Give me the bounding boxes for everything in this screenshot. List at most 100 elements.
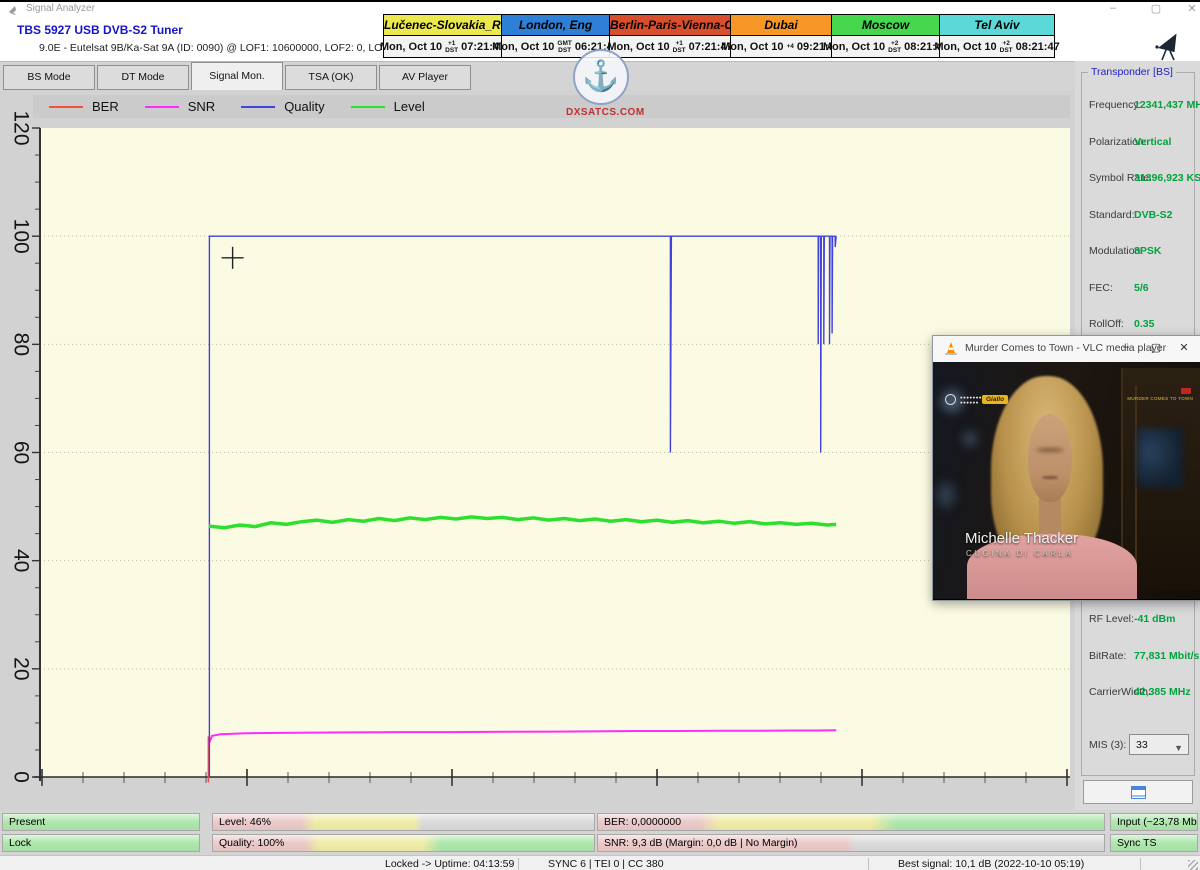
lock-indicator: Lock <box>2 834 200 852</box>
transponder-field: RollOff: 0.35 <box>1082 318 1194 332</box>
field-value: 42,385 MHz <box>1134 686 1191 698</box>
clock-city-label: Lučenec-Slovakia_R.Dávid <box>384 15 501 36</box>
tab-signal-mon-[interactable]: Signal Mon. <box>191 62 283 90</box>
clock-time: Mon, Oct 10+1DST07:21:47 <box>610 36 730 57</box>
person-caption: CUGINA DI CARLA <box>966 549 1073 558</box>
maximize-button[interactable]: ▢ <box>1146 2 1166 15</box>
clock-cell: DubaiMon, Oct 10+409:21:47 <box>731 15 832 57</box>
vlc-cone-icon <box>944 341 958 361</box>
transponder-field: RF Level:-41 dBm <box>1082 613 1194 627</box>
ber-bar: BER: 0,0000000 <box>597 813 1105 831</box>
vlc-maximize-button[interactable]: ▢ <box>1147 341 1165 354</box>
sync-ts-indicator: Sync TS <box>1110 834 1198 852</box>
vlc-close-button[interactable]: ✕ <box>1175 341 1193 354</box>
clock-cell: Tel AvivMon, Oct 10+2DST08:21:47 <box>940 15 1054 57</box>
channel-logo: ●●●●●●●●●●●●●● <box>945 394 985 405</box>
tab-dt-mode[interactable]: DT Mode <box>97 65 189 90</box>
field-value: 12341,437 MHz <box>1134 99 1200 111</box>
field-value: 31396,923 KS/s <box>1134 172 1200 184</box>
minimize-button[interactable]: – <box>1103 2 1123 14</box>
mis-value: 33 <box>1136 739 1148 751</box>
clock-city-label: Berlin-Paris-Vienna-Cairo <box>610 15 730 36</box>
svg-text:60: 60 <box>9 441 32 464</box>
transponder-field: Standard:DVB-S2 <box>1082 209 1194 223</box>
quality-bar: Quality: 100% <box>212 834 595 852</box>
level-bar: Level: 46% <box>212 813 595 831</box>
field-value: Vertical <box>1134 136 1171 148</box>
panel-window-button[interactable] <box>1083 780 1193 804</box>
vlc-video-area[interactable]: ●●●●●●●●●●●●●● Giallo MURDER COMES TO TO… <box>933 362 1200 599</box>
clock-cell: London, EngMon, Oct 10GMTDST06:21:47 <box>502 15 610 57</box>
svg-text:80: 80 <box>9 333 32 356</box>
mis-label: MIS (3): <box>1089 739 1126 751</box>
field-label: FEC: <box>1089 282 1113 294</box>
field-value: DVB-S2 <box>1134 209 1173 221</box>
resize-grip[interactable] <box>1188 860 1198 870</box>
svg-text:100: 100 <box>9 219 32 254</box>
clock-cell: Berlin-Paris-Vienna-CairoMon, Oct 10+1DS… <box>610 15 731 57</box>
clock-city-label: London, Eng <box>502 15 609 36</box>
tab-bs-mode[interactable]: BS Mode <box>3 65 95 90</box>
transponder-field: FEC: 5/6 <box>1082 282 1194 296</box>
svg-text:40: 40 <box>9 549 32 572</box>
chevron-down-icon: ▼ <box>1174 738 1183 758</box>
clock-city-label: Tel Aviv <box>940 15 1054 36</box>
field-label: BitRate: <box>1089 650 1126 662</box>
show-title-text: MURDER COMES TO TOWN <box>1127 396 1193 401</box>
clock-cell: Lučenec-Slovakia_R.DávidMon, Oct 10+1DST… <box>384 15 502 57</box>
tab-tsa-ok-[interactable]: TSA (OK) <box>285 65 377 90</box>
vlc-window: Murder Comes to Town - VLC media player … <box>932 335 1200 601</box>
tab-av-player[interactable]: AV Player <box>379 65 471 90</box>
clock-time: Mon, Oct 10+2DST08:21:47 <box>832 36 939 57</box>
snr-bar: SNR: 9,3 dB (Margin: 0,0 dB | No Margin) <box>597 834 1105 852</box>
close-button[interactable]: ✕ <box>1182 2 1200 15</box>
status-bar: Locked -> Uptime: 04:13:59 SYNC 6 | TEI … <box>0 855 1200 870</box>
giallo-badge: Giallo <box>982 395 1008 404</box>
input-indicator: Input (~23,78 Mbps) <box>1110 813 1198 831</box>
field-value: 77,831 Mbit/s <box>1134 650 1199 662</box>
clock-time: Mon, Oct 10GMTDST06:21:47 <box>502 36 609 57</box>
transponder-title: Transponder [BS] <box>1088 66 1176 78</box>
field-label: Standard: <box>1089 209 1135 221</box>
person-name: Michelle Thacker <box>965 530 1078 547</box>
svg-text:120: 120 <box>9 110 32 145</box>
transponder-field: BitRate:77,831 Mbit/s <box>1082 650 1194 664</box>
tuner-subtitle: 9.0E - Eutelsat 9B/Ka-Sat 9A (ID: 0090) … <box>39 42 417 54</box>
transponder-field: Modulation:8PSK <box>1082 245 1194 259</box>
sync-status: SYNC 6 | TEI 0 | CC 380 <box>548 858 664 870</box>
window-icon <box>1131 786 1146 799</box>
window-title: Signal Analyzer <box>26 3 95 14</box>
uptime-status: Locked -> Uptime: 04:13:59 <box>385 858 514 870</box>
present-indicator: Present <box>2 813 200 831</box>
clock-time: Mon, Oct 10+409:21:47 <box>731 36 831 57</box>
signal-chart-region: BERSNRQualityLevel 020406080100120 <box>0 90 1075 810</box>
vlc-minimize-button[interactable]: – <box>1117 341 1135 353</box>
field-value: 8PSK <box>1134 245 1161 257</box>
mis-dropdown[interactable]: 33 ▼ <box>1129 734 1189 755</box>
field-label: RollOff: <box>1089 318 1124 330</box>
field-label: RF Level: <box>1089 613 1134 625</box>
vlc-title-bar[interactable]: Murder Comes to Town - VLC media player … <box>933 336 1200 363</box>
world-clock: Lučenec-Slovakia_R.DávidMon, Oct 10+1DST… <box>383 14 1055 58</box>
svg-text:0: 0 <box>9 771 32 783</box>
transponder-field: Symbol Rate:31396,923 KS/s <box>1082 172 1194 186</box>
clock-city-label: Dubai <box>731 15 831 36</box>
tuner-title: TBS 5927 USB DVB-S2 Tuner <box>17 23 183 37</box>
signal-analyzer-window: Signal Analyzer – ▢ ✕ TBS 5927 USB DVB-S… <box>0 0 1200 870</box>
field-value: 5/6 <box>1134 282 1149 294</box>
tab-bar: BS ModeDT ModeSignal Mon.TSA (OK)AV Play… <box>0 61 1078 90</box>
clock-time: Mon, Oct 10+1DST07:21:47 <box>384 36 501 57</box>
vlc-window-title: Murder Comes to Town - VLC media player <box>965 342 1166 354</box>
svg-text:20: 20 <box>9 657 32 680</box>
show-logo-icon <box>1181 388 1191 394</box>
clock-cell: MoscowMon, Oct 10+2DST08:21:47 <box>832 15 940 57</box>
header: TBS 5927 USB DVB-S2 Tuner 9.0E - Eutelsa… <box>0 15 1200 62</box>
clock-city-label: Moscow <box>832 15 939 36</box>
transponder-field: CarrierWidth:42,385 MHz <box>1082 686 1194 700</box>
transponder-field: Frequency:12341,437 MHz <box>1082 99 1194 113</box>
clock-time: Mon, Oct 10+2DST08:21:47 <box>940 36 1054 57</box>
signal-chart: 0 20 40 60 80 100 120 <box>0 90 1075 810</box>
field-value: 0.35 <box>1134 318 1154 330</box>
best-signal-status: Best signal: 10,1 dB (2022-10-10 05:19) <box>898 858 1084 870</box>
field-value: -41 dBm <box>1134 613 1175 625</box>
